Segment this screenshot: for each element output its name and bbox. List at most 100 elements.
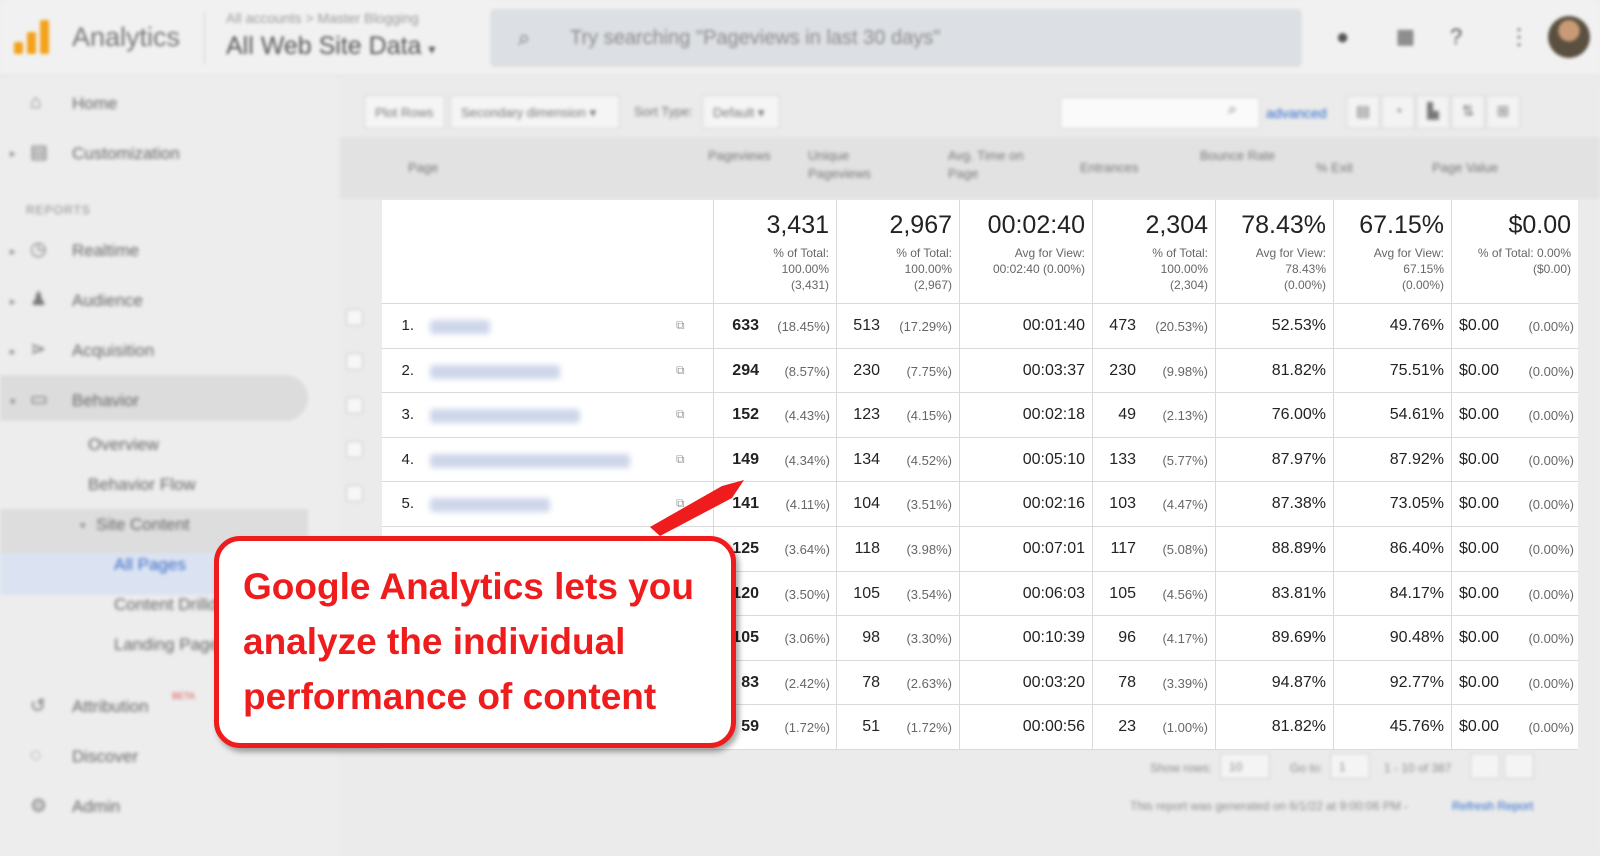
apps-grid-icon[interactable]: ▦ xyxy=(1396,24,1415,49)
pageviews-percent: (4.11%) xyxy=(785,497,830,513)
notifications-icon[interactable]: ● xyxy=(1336,24,1349,50)
analytics-logo-icon[interactable] xyxy=(14,14,54,54)
exit-value: 73.05% xyxy=(1389,495,1444,513)
expand-arrow-icon[interactable]: ▸ xyxy=(10,147,16,160)
sidebar-item-admin[interactable]: Admin xyxy=(72,797,120,817)
refresh-report-link[interactable]: Refresh Report xyxy=(1452,799,1533,813)
sidebar-item-site-content[interactable]: Site Content xyxy=(96,515,190,535)
expand-arrow-icon[interactable]: ▸ xyxy=(10,245,16,258)
row-checkbox[interactable] xyxy=(346,485,363,502)
pageviews-percent: (8.57%) xyxy=(784,363,830,379)
table-row[interactable]: 5. 141 (4.11%) 104 (3.51%) 00:02:16 103 (4.47%)… xyxy=(382,482,1578,527)
open-external-icon[interactable]: ⧉ xyxy=(676,452,692,466)
total-sub-line: 100.00% xyxy=(781,262,829,276)
sort-type-label: Sort Type: xyxy=(634,104,694,119)
sidebar-item-all-pages[interactable]: All Pages xyxy=(114,555,186,575)
next-page-button[interactable] xyxy=(1504,753,1534,779)
table-row[interactable]: 3. 152 (4.43%) 123 (4.15%) 00:02:18 49 (2.13%) 7… xyxy=(382,393,1578,438)
sidebar-item-overview[interactable]: Overview xyxy=(88,435,159,455)
open-external-icon[interactable]: ⧉ xyxy=(676,407,692,421)
lightbulb-icon: ◌ xyxy=(30,745,42,766)
sidebar-item-realtime[interactable]: Realtime xyxy=(72,241,139,261)
page-value-percent: (0.00%) xyxy=(1528,408,1574,424)
row-checkbox[interactable] xyxy=(346,441,363,458)
search-input[interactable]: Try searching "Pageviews in last 30 days… xyxy=(570,27,940,50)
performance-view-icon[interactable]: ▙ xyxy=(1416,95,1450,129)
prev-page-button[interactable] xyxy=(1470,753,1500,779)
pivot-view-icon[interactable]: ⊞ xyxy=(1486,95,1520,129)
table-row[interactable]: 1. 633 (18.45%) 513 (17.29%) 00:01:40 473 (20.5… xyxy=(382,304,1578,349)
sort-type-dropdown[interactable]: Default ▾ xyxy=(702,95,780,129)
page-path-link[interactable] xyxy=(430,364,560,379)
page-path-link[interactable] xyxy=(430,498,550,513)
expand-arrow-icon[interactable]: ▸ xyxy=(10,295,16,308)
person-icon: ♟ xyxy=(30,289,48,310)
row-checkbox[interactable] xyxy=(346,397,363,414)
open-external-icon[interactable]: ⧉ xyxy=(676,318,692,332)
header-bounce-rate[interactable]: Bounce Rate xyxy=(1200,147,1275,165)
caret-down-icon: ▾ xyxy=(428,41,436,57)
sidebar-item-home[interactable]: Home xyxy=(72,94,117,114)
sidebar-item-attribution[interactable]: Attribution xyxy=(72,697,149,717)
open-external-icon[interactable]: ⧉ xyxy=(676,363,692,377)
show-rows-value: 10 xyxy=(1229,760,1243,774)
sidebar-item-customization[interactable]: Customization xyxy=(72,144,180,164)
pie-view-icon[interactable]: ◔ xyxy=(1381,95,1415,129)
avg-time-value: 00:03:20 xyxy=(1022,673,1085,691)
secondary-dimension-dropdown[interactable]: Secondary dimension ▾ xyxy=(450,95,620,129)
table-row[interactable]: 2. 294 (8.57%) 230 (7.75%) 00:03:37 230 (9.98%)… xyxy=(382,349,1578,394)
expand-arrow-icon[interactable]: ▸ xyxy=(10,345,16,358)
header-exit[interactable]: % Exit xyxy=(1316,159,1353,177)
row-number: 1. xyxy=(401,317,414,334)
entrances-percent: (20.53%) xyxy=(1155,319,1208,334)
advanced-link[interactable]: advanced xyxy=(1266,105,1327,121)
more-vert-icon[interactable]: ⋮ xyxy=(1508,24,1530,50)
collapse-arrow-icon[interactable]: ▾ xyxy=(10,395,16,408)
divider xyxy=(204,12,205,64)
row-checkbox[interactable] xyxy=(346,309,363,326)
header-pageviews[interactable]: Pageviews xyxy=(708,147,788,165)
sidebar-item-behavior[interactable]: Behavior xyxy=(72,391,139,411)
total-sub-line: (2,304) xyxy=(1169,278,1208,292)
search-box[interactable]: ⌕ Try searching "Pageviews in last 30 da… xyxy=(490,9,1302,67)
page-path-link[interactable] xyxy=(430,453,630,468)
header-page[interactable]: Page xyxy=(408,159,438,177)
bounce-rate-value: 83.81% xyxy=(1271,584,1326,602)
goto-input[interactable]: 1 xyxy=(1330,753,1370,779)
plot-rows-button[interactable]: Plot Rows xyxy=(364,95,445,129)
goto-value: 1 xyxy=(1339,760,1346,774)
attribution-icon: ↺ xyxy=(30,696,46,717)
bounce-rate-value: 52.53% xyxy=(1271,317,1326,334)
sidebar-item-discover[interactable]: Discover xyxy=(72,747,138,767)
header-entrances[interactable]: Entrances xyxy=(1080,159,1139,177)
comparison-view-icon[interactable]: ⇅ xyxy=(1451,95,1485,129)
search-icon[interactable]: ⌕ xyxy=(1228,101,1237,119)
header-page-value[interactable]: Page Value xyxy=(1432,159,1498,177)
page-value-percent: (0.00%) xyxy=(1528,586,1574,602)
pageviews-value: 141 xyxy=(732,495,759,513)
unique-pageviews-value: 98 xyxy=(862,629,880,647)
total-entrances-sub: % of Total: 100.00% (2,304) xyxy=(1092,245,1208,293)
caret-down-icon: ▾ xyxy=(757,105,765,120)
collapse-arrow-icon[interactable]: ▾ xyxy=(80,519,86,532)
sidebar-item-behavior-flow[interactable]: Behavior Flow xyxy=(88,475,196,495)
table-row[interactable]: 4. 149 (4.34%) 134 (4.52%) 00:05:10 133 (5.77%)… xyxy=(382,438,1578,483)
breadcrumb[interactable]: All accounts > Master Blogging xyxy=(226,10,419,26)
row-checkbox[interactable] xyxy=(346,353,363,370)
table-view-icon[interactable]: ▤ xyxy=(1346,95,1380,129)
header-avg-time[interactable]: Avg. Time on Page xyxy=(948,147,1048,183)
view-selector[interactable]: All Web Site Data ▾ xyxy=(226,32,435,61)
sidebar-item-landing-pages[interactable]: Landing Pages xyxy=(114,635,227,655)
page-path-link[interactable] xyxy=(430,409,580,424)
avg-time-value: 00:02:18 xyxy=(1022,406,1085,424)
page-path-link[interactable] xyxy=(430,320,490,334)
sidebar-item-audience[interactable]: Audience xyxy=(72,291,143,311)
show-rows-select[interactable]: 10 xyxy=(1220,753,1270,779)
caret-down-icon: ▾ xyxy=(589,105,597,120)
total-page-value: $0.00 xyxy=(1508,211,1571,239)
sidebar-item-acquisition[interactable]: Acquisition xyxy=(72,341,154,361)
avatar[interactable] xyxy=(1548,16,1590,58)
help-icon[interactable]: ? xyxy=(1450,24,1462,50)
open-external-icon[interactable]: ⧉ xyxy=(676,496,692,510)
header-unique-pageviews[interactable]: Unique Pageviews xyxy=(808,147,888,183)
